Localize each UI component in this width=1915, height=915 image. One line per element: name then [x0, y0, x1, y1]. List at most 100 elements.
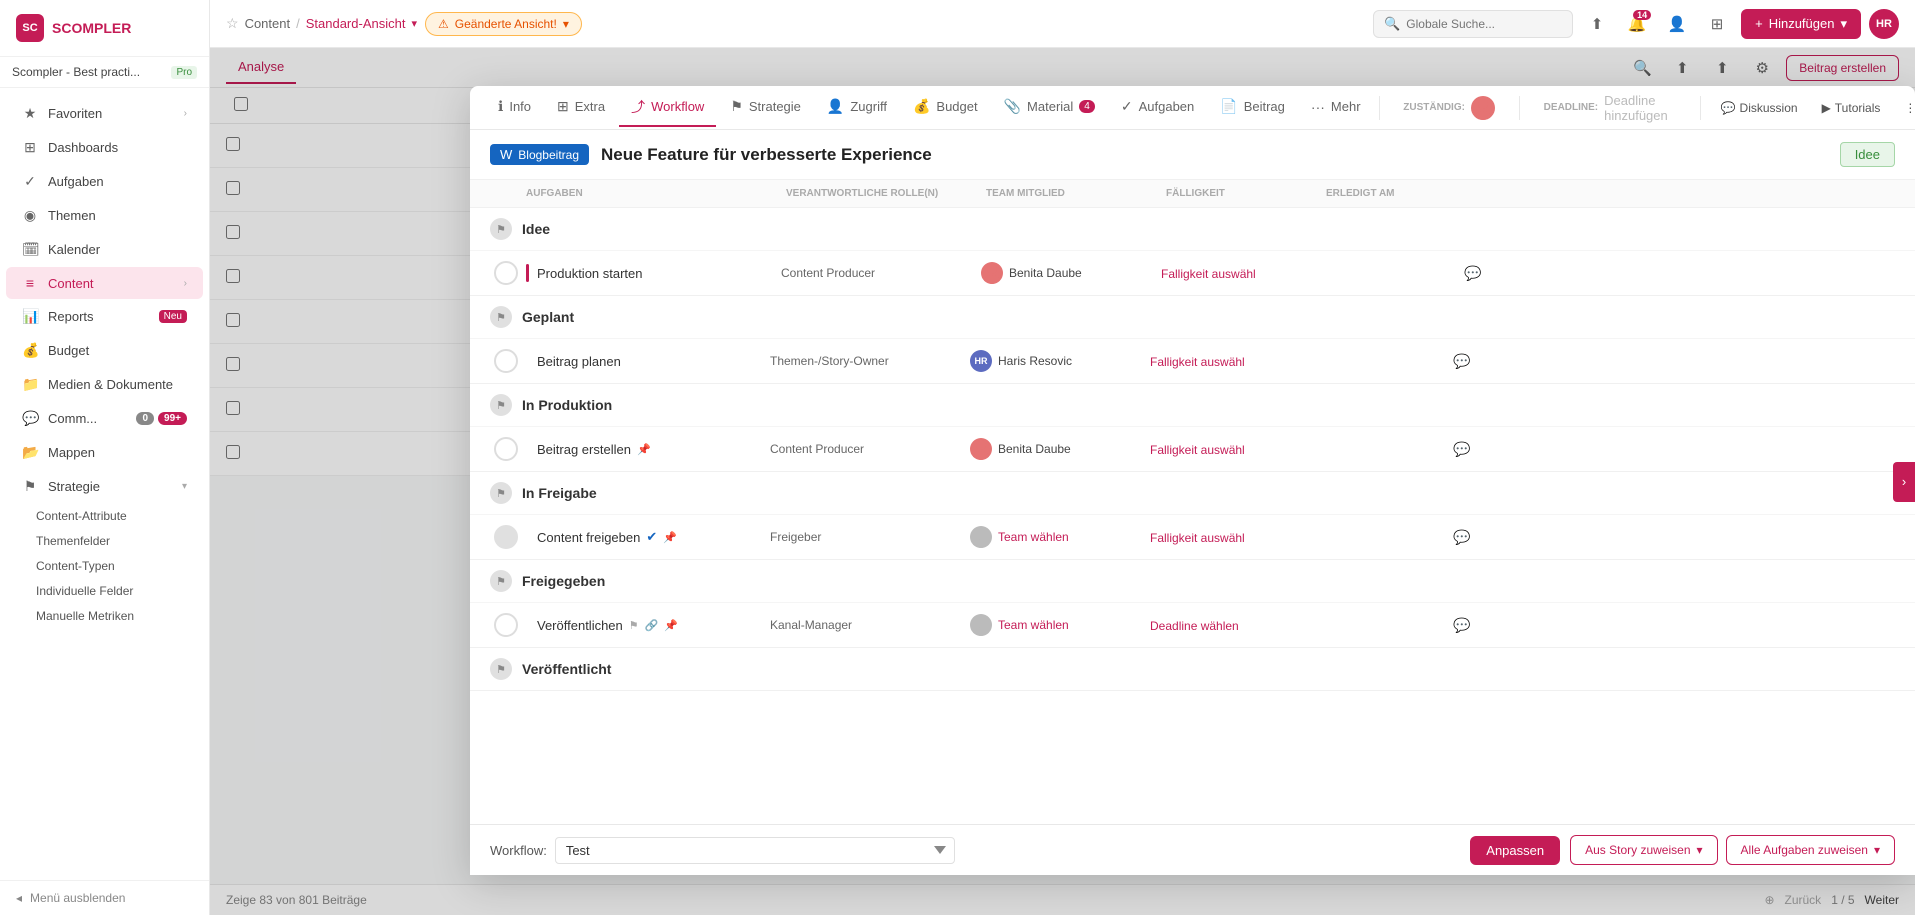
- task-row-veroeffentlichen[interactable]: Veröffentlichen ⚑ 🔗 📌 Kanal-Manager T: [470, 602, 1915, 647]
- workflow-select[interactable]: Test: [555, 837, 955, 864]
- zugriff-icon: 👤: [827, 98, 844, 115]
- sidebar-item-comm[interactable]: 💬Comm... 0 99+: [6, 402, 203, 435]
- due-select-link[interactable]: Falligkeit auswähl: [1150, 531, 1245, 545]
- task-name-cell: Content freigeben ✔ 📌: [526, 529, 762, 545]
- chevron-right-icon: ›: [184, 278, 187, 289]
- member-avatar-gray: [970, 526, 992, 548]
- hinzufugen-button[interactable]: + Hinzufügen ▾: [1741, 9, 1861, 39]
- changed-view-indicator[interactable]: ⚠ Geänderte Ansicht! ▾: [425, 12, 582, 36]
- status-badge[interactable]: Idee: [1840, 142, 1895, 167]
- task-member-cell: Benita Daube: [962, 438, 1142, 460]
- sidebar-item-mappen[interactable]: 📂Mappen: [6, 436, 203, 469]
- due-select-link[interactable]: Falligkeit auswähl: [1150, 443, 1245, 457]
- task-checkbox[interactable]: [494, 261, 518, 285]
- breadcrumb-star-icon[interactable]: ☆: [226, 15, 239, 32]
- sidebar-nav: ★Favoriten › ⊞Dashboards ✓Aufgaben ◉Them…: [0, 88, 209, 880]
- grid-apps-button[interactable]: ⊞: [1701, 8, 1733, 40]
- aufgaben-tab-icon: ✓: [1121, 98, 1133, 115]
- aus-story-button[interactable]: Aus Story zuweisen ▾: [1570, 835, 1717, 865]
- task-name-cell: Produktion starten: [537, 266, 773, 281]
- user-profile-button[interactable]: 👤: [1661, 8, 1693, 40]
- folder-icon: 📁: [22, 376, 38, 393]
- chevron-down-icon: ▾: [182, 481, 187, 492]
- sidebar-item-favoriten[interactable]: ★Favoriten ›: [6, 97, 203, 130]
- sidebar-sub-item-content-attribute[interactable]: Content-Attribute: [6, 504, 203, 528]
- deadline-choose-link[interactable]: Deadline wählen: [1150, 619, 1239, 633]
- sidebar-sub-item-themenfelder[interactable]: Themenfelder: [6, 529, 203, 553]
- upload-button[interactable]: ⬆: [1581, 8, 1613, 40]
- modal-tab-material[interactable]: 📎 Material 4: [992, 90, 1107, 125]
- sidebar-item-medien[interactable]: 📁Medien & Dokumente: [6, 368, 203, 401]
- sidebar-item-aufgaben[interactable]: ✓Aufgaben: [6, 165, 203, 198]
- menu-hide-button[interactable]: ◂ Menü ausblenden: [16, 891, 193, 905]
- tutorials-button[interactable]: ▶ Tutorials: [1814, 97, 1889, 119]
- task-row-beitrag-planen[interactable]: Beitrag planen Themen-/Story-Owner HR Ha…: [470, 338, 1915, 383]
- modal-tab-workflow[interactable]: ⤴ Workflow: [619, 89, 716, 127]
- task-row-content-freigeben[interactable]: Content freigeben ✔ 📌 Freigeber Team wäh…: [470, 514, 1915, 559]
- task-red-indicator: [526, 264, 529, 282]
- deadline-placeholder[interactable]: Deadline hinzufügen: [1604, 93, 1676, 123]
- due-select-link[interactable]: Falligkeit auswähl: [1150, 355, 1245, 369]
- task-row-beitrag-erstellen[interactable]: Beitrag erstellen 📌 Content Producer Ben…: [470, 426, 1915, 471]
- mehr-icon: ···: [1311, 99, 1325, 115]
- alle-aufgaben-button[interactable]: Alle Aufgaben zuweisen ▾: [1726, 835, 1895, 865]
- modal-tab-mehr[interactable]: ··· Mehr: [1299, 91, 1373, 125]
- team-choose-link[interactable]: Team wählen: [998, 618, 1069, 632]
- team-choose-link[interactable]: Team wählen: [998, 530, 1069, 544]
- task-comment[interactable]: 💬: [1453, 265, 1493, 282]
- extra-icon: ⊞: [557, 98, 569, 115]
- task-comment[interactable]: 💬: [1442, 353, 1482, 370]
- modal-tab-beitrag[interactable]: 📄 Beitrag: [1208, 90, 1297, 125]
- member-name: Benita Daube: [1009, 266, 1082, 280]
- task-comment[interactable]: 💬: [1442, 529, 1482, 546]
- breadcrumb-active-view[interactable]: Standard-Ansicht: [306, 16, 406, 31]
- task-checkbox[interactable]: [494, 349, 518, 373]
- sidebar-sub-item-content-typen[interactable]: Content-Typen: [6, 554, 203, 578]
- sidebar-item-content[interactable]: ≡Content ›: [6, 267, 203, 299]
- optionen-button[interactable]: ⋮ Optionen: [1896, 97, 1915, 119]
- sidebar-sub-item-individuelle-felder[interactable]: Individuelle Felder: [6, 579, 203, 603]
- breadcrumb-main[interactable]: Content: [245, 16, 291, 31]
- modal-tab-strategie[interactable]: ⚑ Strategie: [718, 90, 813, 125]
- due-select-link[interactable]: Falligkeit auswähl: [1161, 267, 1256, 281]
- phase-flag-icon: ⚑: [490, 482, 512, 504]
- task-checkbox[interactable]: [494, 613, 518, 637]
- sidebar-item-reports[interactable]: 📊Reports Neu: [6, 300, 203, 333]
- task-checkbox[interactable]: [494, 437, 518, 461]
- user-avatar[interactable]: HR: [1869, 9, 1899, 39]
- task-comment[interactable]: 💬: [1442, 441, 1482, 458]
- modal-tab-budget-label: Budget: [936, 99, 977, 114]
- modal-tab-aufgaben[interactable]: ✓ Aufgaben: [1109, 90, 1206, 125]
- panel-expand-button[interactable]: ›: [1893, 462, 1915, 502]
- modal-tab-budget[interactable]: 💰 Budget: [901, 90, 990, 125]
- task-comment[interactable]: 💬: [1442, 617, 1482, 634]
- task-row-produktion-starten[interactable]: Produktion starten Content Producer Beni…: [470, 250, 1915, 295]
- zustandig-avatar[interactable]: [1471, 96, 1495, 120]
- sidebar-sub-item-manuelle-metriken[interactable]: Manuelle Metriken: [6, 604, 203, 628]
- phase-header-in-freigabe: ⚑ In Freigabe: [470, 472, 1915, 514]
- sidebar-item-kalender[interactable]: 🗓Kalender: [6, 233, 203, 266]
- sidebar-item-strategie[interactable]: ⚑Strategie ▾: [6, 470, 203, 503]
- breadcrumb-dropdown-icon[interactable]: ▾: [411, 17, 417, 30]
- alle-aufgaben-chevron-icon: ▾: [1874, 843, 1880, 857]
- grid-icon: ⊞: [22, 139, 38, 156]
- circle-icon: ◉: [22, 207, 38, 224]
- wf-col-aufgaben: AUFGABEN: [526, 188, 786, 199]
- warning-icon: ⚠: [438, 17, 449, 31]
- search-input[interactable]: [1406, 17, 1562, 31]
- modal-tab-zugriff[interactable]: 👤 Zugriff: [815, 90, 899, 125]
- modal-tab-extra[interactable]: ⊞ Extra: [545, 90, 617, 125]
- modal-tab-beitrag-label: Beitrag: [1244, 99, 1285, 114]
- sidebar-item-budget[interactable]: 💰Budget: [6, 334, 203, 367]
- global-search[interactable]: 🔍: [1373, 10, 1573, 38]
- wp-icon: W: [500, 147, 512, 162]
- anpassen-button[interactable]: Anpassen: [1470, 836, 1560, 865]
- sidebar-item-themen[interactable]: ◉Themen: [6, 199, 203, 232]
- notifications-button[interactable]: 🔔 14: [1621, 8, 1653, 40]
- diskussion-button[interactable]: 💬 Diskussion: [1713, 97, 1806, 119]
- task-checkbox-progress[interactable]: [494, 525, 518, 549]
- modal-tab-info[interactable]: ℹ Info: [486, 90, 543, 125]
- phase-freigegeben: ⚑ Freigegeben Veröffentlichen ⚑ 🔗 📌: [470, 560, 1915, 648]
- chat-icon: 💬: [22, 410, 38, 427]
- sidebar-item-dashboards[interactable]: ⊞Dashboards: [6, 131, 203, 164]
